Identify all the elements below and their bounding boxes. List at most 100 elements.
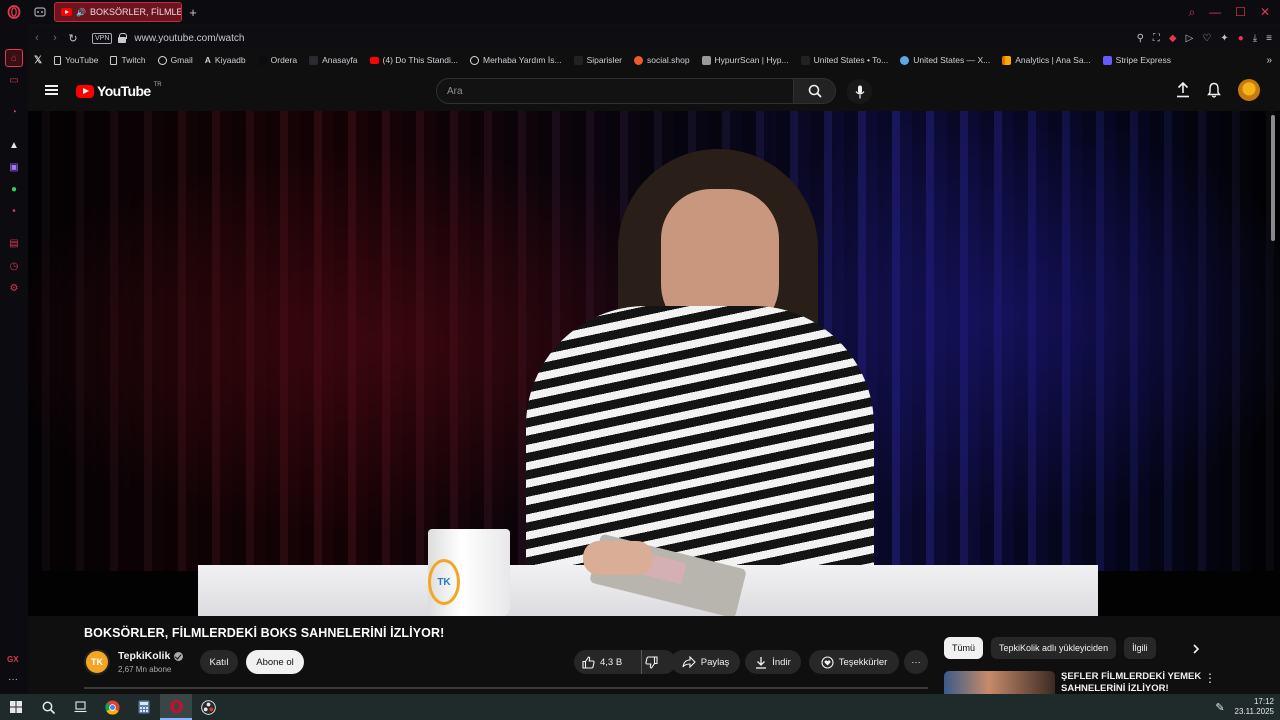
new-tab-button[interactable]: +	[186, 5, 200, 20]
speaker-icon[interactable]: 🔊	[76, 8, 86, 17]
bookmark-youtube[interactable]: YouTube	[48, 55, 104, 65]
share-button[interactable]: Paylaş	[671, 650, 740, 674]
search-button[interactable]	[794, 78, 836, 104]
upload-icon[interactable]	[1176, 82, 1190, 98]
recommended-video-thumbnail[interactable]	[944, 671, 1055, 694]
task-view-icon[interactable]	[64, 694, 96, 720]
heart-icon[interactable]: ♡	[1202, 33, 1211, 44]
dislike-icon[interactable]	[645, 655, 658, 669]
whatsapp-icon[interactable]: ●	[5, 180, 23, 198]
subscribe-button[interactable]: Abone ol	[246, 650, 304, 674]
taskbar-search-icon[interactable]	[32, 694, 64, 720]
profile-icon[interactable]: ●	[1238, 33, 1244, 44]
workspaces-icon[interactable]	[28, 0, 52, 24]
snapshot-icon[interactable]: ⛶	[1153, 33, 1160, 44]
thanks-heart-icon	[821, 655, 834, 669]
siparisler-icon	[573, 55, 583, 65]
url-field[interactable]: www.youtube.com/watch	[134, 33, 244, 44]
recommended-video-title[interactable]: ŞEFLER FİLMLERDEKİ YEMEK SAHNELERİNİ İZL…	[1061, 671, 1211, 694]
vpn-badge[interactable]: VPN	[92, 32, 113, 44]
stripe-icon	[1102, 55, 1112, 65]
search-tabs-icon[interactable]: ⌕	[1188, 5, 1195, 20]
youtube-page: YouTube TR Ara TK BOKSÖRLER, FİLMLERDEKİ…	[28, 71, 1280, 694]
microphone-icon	[855, 85, 864, 98]
downloads-icon[interactable]: ⤓	[1253, 33, 1257, 44]
bookmark-gmail[interactable]: Gmail	[152, 55, 199, 65]
calculator-icon[interactable]	[128, 694, 160, 720]
bookmark-kiyaadb[interactable]: A Kiyaadb	[199, 55, 252, 65]
like-icon[interactable]	[582, 655, 595, 669]
bookmark-anasayfa[interactable]: Anasayfa	[303, 55, 363, 65]
like-dislike-group: 4,3 B	[574, 650, 676, 674]
thanks-button[interactable]: Teşekkürler	[809, 650, 899, 674]
bookmark-stripe-express[interactable]: Stripe Express	[1097, 55, 1177, 65]
maximize-icon[interactable]: ☐	[1235, 5, 1246, 20]
search-input[interactable]: Ara	[436, 78, 794, 104]
bookmark-merhaba[interactable]: Merhaba Yardım İs...	[464, 55, 568, 65]
aria-icon[interactable]: ▲	[5, 136, 23, 154]
bookmark-ordera[interactable]: Ordera	[252, 55, 303, 65]
channel-name[interactable]: TepkiKolik	[118, 650, 184, 662]
player-icon[interactable]: ▷	[1186, 33, 1194, 44]
speed-dial-home-icon[interactable]: ⌂	[5, 49, 23, 67]
chip-from-uploader[interactable]: TepkiKolik adlı yükleyiciden	[991, 637, 1117, 659]
more-actions-button[interactable]: ···	[904, 650, 928, 674]
download-button[interactable]: İndir	[745, 650, 801, 674]
menu-icon[interactable]	[45, 85, 58, 95]
sidebar-more-icon[interactable]: ···	[8, 674, 18, 685]
clock-date: 23.11.2025	[1234, 707, 1274, 716]
chips-next-button[interactable]	[1186, 639, 1206, 659]
extensions-icon[interactable]: ✦	[1220, 33, 1228, 44]
bookmark-twitch[interactable]: Twitch	[104, 55, 151, 65]
pen-tray-icon[interactable]: ✎	[1215, 701, 1224, 714]
chip-related[interactable]: İlgili	[1124, 637, 1156, 659]
bookmark-youtube-video[interactable]: (4) Do This Standi...	[364, 55, 464, 65]
taskbar-clock[interactable]: 17:12 23.11.2025	[1235, 697, 1274, 717]
openai-icon	[469, 55, 479, 65]
united-states-icon	[800, 55, 810, 65]
obs-icon[interactable]	[192, 694, 224, 720]
bookmark-united-states-1[interactable]: United States • To...	[795, 55, 895, 65]
more-bookmarks-icon[interactable]: »	[1266, 55, 1280, 66]
pin-icon[interactable]: ⚲	[1137, 33, 1144, 44]
chrome-icon[interactable]	[96, 694, 128, 720]
gx-label[interactable]: GX	[7, 655, 19, 664]
reload-icon[interactable]: ↻	[64, 32, 82, 45]
x-bookmark-icon[interactable]: 𝕏	[28, 55, 48, 66]
bookmark-social-shop[interactable]: social.shop	[628, 55, 696, 65]
bookmark-hypurrscan[interactable]: HypurrScan | Hyp...	[696, 55, 795, 65]
video-player[interactable]: TK	[28, 111, 1280, 616]
browser-tab-strip: 🔊 BOKSÖRLER, FİLMLERDEKİ BOKS SAHNELERİN…	[0, 0, 1280, 24]
bookmark-analytics[interactable]: Analytics | Ana Sa...	[996, 55, 1096, 65]
music-player-icon[interactable]: •	[5, 202, 23, 220]
page-scrollbar[interactable]	[1271, 115, 1275, 241]
minimize-icon[interactable]: —	[1209, 5, 1221, 20]
adblock-shield-icon[interactable]: ◆	[1169, 33, 1177, 44]
settings-icon[interactable]: ⚙	[5, 279, 23, 297]
history-icon[interactable]: ◷	[5, 257, 23, 275]
chip-all[interactable]: Tümü	[944, 637, 984, 659]
forward-icon[interactable]: ›	[46, 32, 64, 44]
active-browser-tab[interactable]: 🔊 BOKSÖRLER, FİLMLERDEKİ BOKS SAHNELERİN…	[54, 2, 182, 22]
lock-icon[interactable]	[118, 33, 128, 43]
twitch-icon[interactable]: ▣	[5, 158, 23, 176]
notifications-bell-icon[interactable]	[1207, 82, 1221, 98]
gx-corner-icon[interactable]: ◔	[5, 103, 23, 121]
youtube-logo[interactable]: YouTube TR	[76, 82, 162, 99]
voice-search-button[interactable]	[847, 79, 872, 104]
join-button[interactable]: Katıl	[200, 650, 238, 674]
gx-control-icon[interactable]: ▭	[5, 71, 23, 89]
close-window-icon[interactable]: ✕	[1260, 5, 1270, 20]
start-windows-icon[interactable]	[0, 694, 32, 720]
back-icon[interactable]: ‹	[28, 32, 46, 44]
channel-avatar[interactable]: TK	[84, 649, 110, 675]
bookmark-united-states-2[interactable]: United States — X...	[894, 55, 996, 65]
bookmark-siparisler[interactable]: Siparisler	[568, 55, 628, 65]
opera-gx-taskbar-icon[interactable]	[160, 694, 192, 720]
opera-gx-logo-icon[interactable]	[0, 0, 28, 24]
account-avatar[interactable]	[1238, 79, 1260, 101]
bookmarks-icon[interactable]: ▤	[5, 234, 23, 252]
recommended-video-menu-icon[interactable]: ⋮	[1204, 671, 1216, 685]
ordera-icon	[257, 55, 267, 65]
easy-setup-icon[interactable]: ≡	[1266, 33, 1272, 44]
